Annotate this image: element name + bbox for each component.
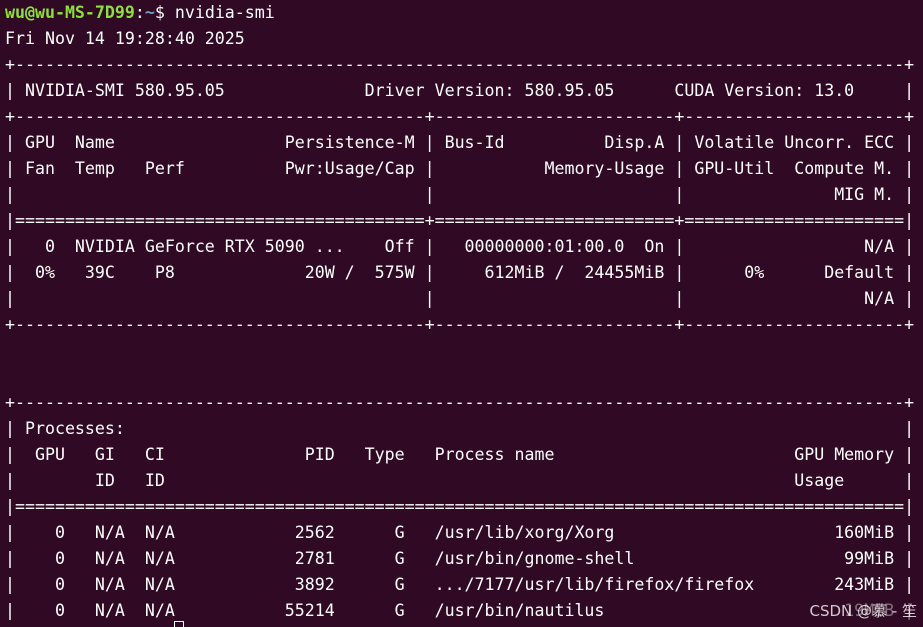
table-separator: |=======================================…: [5, 211, 915, 230]
processes-title-row: | Processes: |: [5, 419, 915, 438]
watermark: CSDN @慕 - 笙: [807, 602, 919, 620]
table-border: +---------------------------------------…: [5, 55, 915, 74]
process-row: | 0 N/A N/A 2781 G /usr/bin/gnome-shell …: [5, 549, 915, 568]
smi-header-line: | NVIDIA-SMI 580.95.05 Driver Version: 5…: [5, 81, 915, 100]
process-row: | 0 N/A N/A 3892 G .../7177/usr/lib/fire…: [5, 575, 915, 594]
gpu-table-header-row: | Fan Temp Perf Pwr:Usage/Cap | Memory-U…: [5, 159, 915, 178]
terminal-cursor: [174, 621, 184, 627]
command-prompt-line: wu@wu-MS-7D99:~$ nvidia-smi: [5, 0, 923, 26]
table-border: +---------------------------------------…: [5, 107, 915, 126]
terminal-window[interactable]: wu@wu-MS-7D99:~$ nvidia-smi Fri Nov 14 1…: [5, 0, 923, 627]
table-border: +---------------------------------------…: [5, 315, 915, 334]
gpu-table-header-row: | GPU Name Persistence-M | Bus-Id Disp.A…: [5, 133, 915, 152]
processes-header-row: | ID ID Usage |: [5, 471, 915, 490]
date-line: Fri Nov 14 19:28:40 2025: [5, 29, 245, 48]
prompt-symbol: $: [154, 3, 175, 22]
prompt-path: ~: [144, 3, 155, 22]
process-row: | 0 N/A N/A 55214 G /usr/bin/nautilus 19…: [5, 601, 915, 620]
gpu-row: | | | N/A |: [5, 289, 915, 308]
table-border: +---------------------------------------…: [5, 393, 915, 412]
gpu-row: | 0% 39C P8 20W / 575W | 612MiB / 24455M…: [5, 263, 915, 282]
table-separator: |=======================================…: [5, 497, 915, 516]
process-row: | 0 N/A N/A 2562 G /usr/lib/xorg/Xorg 16…: [5, 523, 915, 542]
prompt-user-host: wu@wu-MS-7D99: [5, 3, 135, 22]
prompt-separator: :: [134, 3, 145, 22]
gpu-table-header-row: | | | MIG M. |: [5, 185, 915, 204]
gpu-row: | 0 NVIDIA GeForce RTX 5090 ... Off | 00…: [5, 237, 915, 256]
processes-header-row: | GPU GI CI PID Type Process name GPU Me…: [5, 445, 915, 464]
prompt-command: nvidia-smi: [174, 3, 275, 22]
